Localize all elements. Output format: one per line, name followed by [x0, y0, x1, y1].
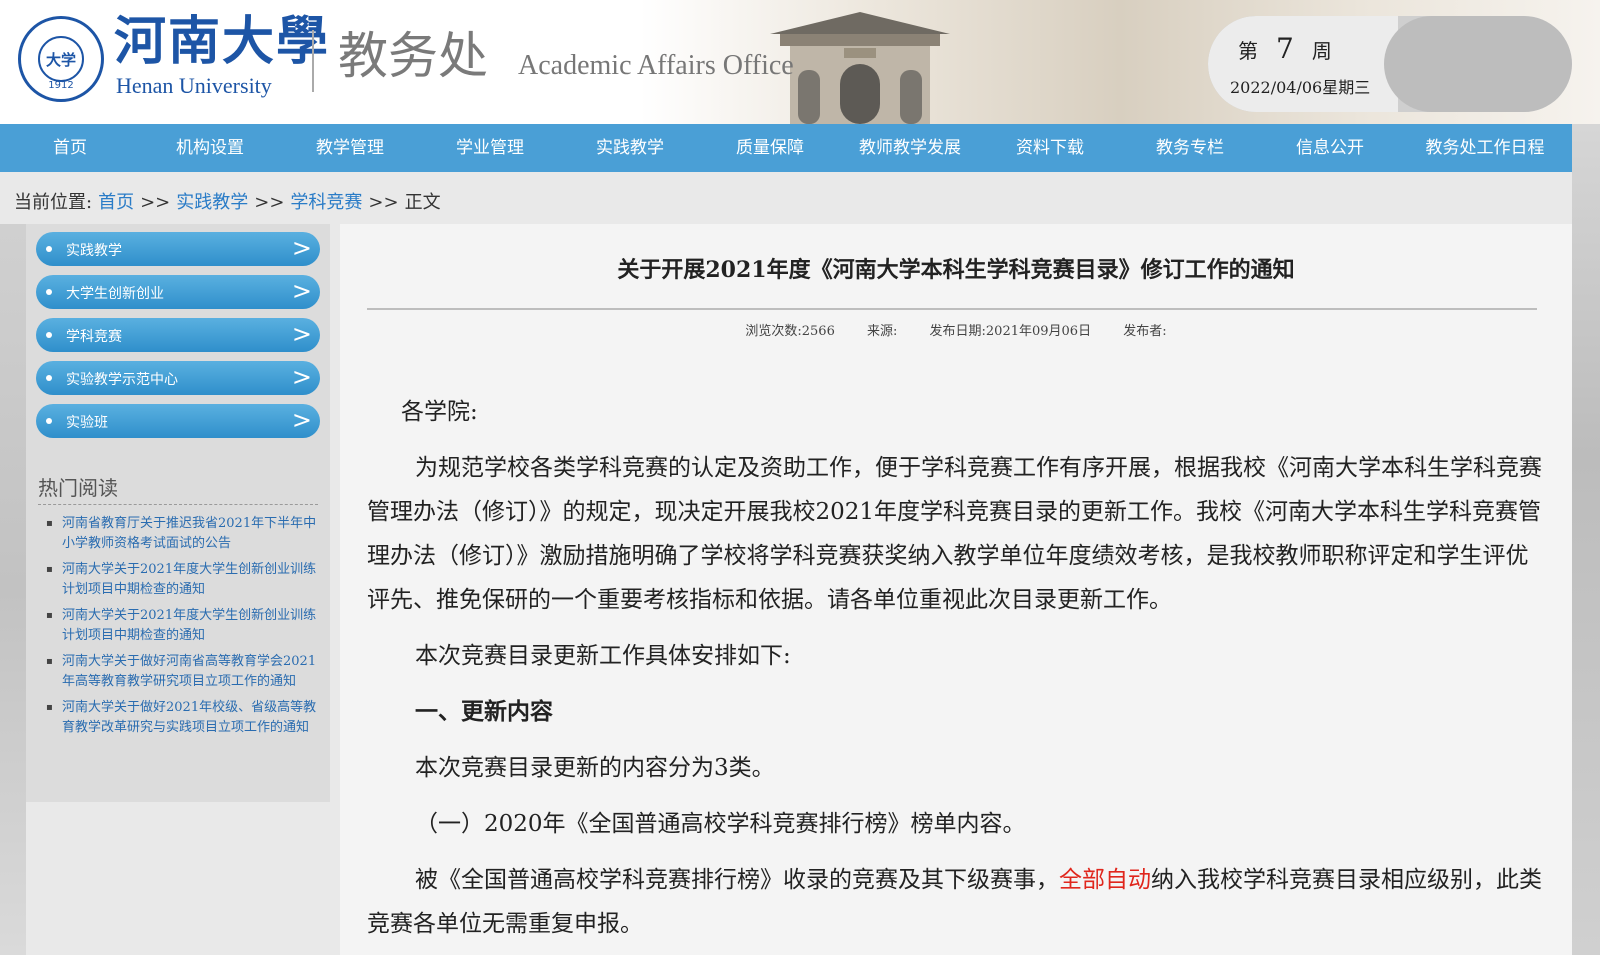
title-divider	[367, 308, 1537, 310]
nav-item-practice-teaching[interactable]: 实践教学	[560, 124, 700, 172]
article-source: 来源:	[866, 324, 898, 339]
chevron-right-icon: >	[291, 406, 312, 434]
week-suffix: 周	[1311, 39, 1332, 63]
nav-item-teaching-management[interactable]: 教学管理	[280, 124, 420, 172]
nav-item-organization[interactable]: 机构设置	[140, 124, 280, 172]
nav-item-academic-management[interactable]: 学业管理	[420, 124, 560, 172]
current-date: 2022/04/06星期三	[1230, 78, 1371, 97]
breadcrumb-current: 正文	[404, 192, 441, 213]
logo-divider	[312, 30, 314, 92]
university-seal-logo[interactable]: 大学 1912	[18, 16, 104, 102]
paragraph: 被《全国普通高校学科竞赛排行榜》收录的竞赛及其下级赛事，全部自动纳入我校学科竞赛…	[367, 858, 1542, 946]
paragraph: 本次竞赛目录更新工作具体安排如下:	[415, 643, 791, 669]
highlight-text: 全部自动	[1059, 867, 1151, 893]
university-name-en[interactable]: Henan University	[116, 73, 272, 99]
paragraph-text: 被《全国普通高校学科竞赛排行榜》收录的竞赛及其下级赛事，	[415, 867, 1059, 893]
breadcrumb-link-home[interactable]: 首页	[98, 188, 134, 214]
paragraph: 为规范学校各类学科竞赛的认定及资助工作，便于学科竞赛工作有序开展，根据我校《河南…	[367, 455, 1542, 613]
main-nav: 首页 机构设置 教学管理 学业管理 实践教学 质量保障 教师教学发展 资料下载 …	[0, 124, 1600, 172]
nav-item-downloads[interactable]: 资料下载	[980, 124, 1120, 172]
section-heading: 一、更新内容	[415, 698, 553, 725]
hot-reading-item[interactable]: 河南大学关于做好河南省高等教育学会2021年高等教育教学研究项目立项工作的通知	[44, 652, 318, 692]
hot-reading-title: 热门阅读	[38, 476, 118, 500]
sidebar-item-lab-center[interactable]: 实验教学示范中心 >	[36, 361, 320, 395]
bullet-icon	[46, 418, 52, 424]
hot-reading-item[interactable]: 河南大学关于2021年度大学生创新创业训练计划项目中期检查的通知	[44, 560, 318, 600]
bullet-icon	[46, 246, 52, 252]
chevron-right-icon: >	[291, 234, 312, 262]
breadcrumb: 当前位置: 首页 >> 实践教学 >> 学科竞赛 >> 正文	[14, 188, 441, 214]
article-title: 关于开展2021年度《河南大学本科生学科竞赛目录》修订工作的通知	[617, 257, 1295, 283]
hot-reading-list: 河南省教育厅关于推迟我省2021年下半年中小学教师资格考试面试的公告 河南大学关…	[44, 514, 318, 744]
hot-reading-item[interactable]: 河南省教育厅关于推迟我省2021年下半年中小学教师资格考试面试的公告	[44, 514, 318, 554]
article-meta: 浏览次数:2566 来源: 发布日期:2021年09月06日 发布者:	[340, 320, 1572, 339]
chevron-right-icon: >	[291, 277, 312, 305]
article-panel: 关于开展2021年度《河南大学本科生学科竞赛目录》修订工作的通知 浏览次数:25…	[340, 224, 1572, 955]
sidebar: 实践教学 > 大学生创新创业 > 学科竞赛 > 实验教学示范中心 > 实验班 >…	[26, 224, 330, 802]
article-author: 发布者:	[1123, 324, 1167, 339]
breadcrumb-link-practice[interactable]: 实践教学	[176, 188, 248, 214]
chevron-right-icon: >	[291, 320, 312, 348]
nav-item-home[interactable]: 首页	[0, 124, 140, 172]
sidebar-item-innovation[interactable]: 大学生创新创业 >	[36, 275, 320, 309]
seal-center-text: 大学	[38, 36, 84, 82]
paragraph: （一）2020年《全国普通高校学科竞赛排行榜》榜单内容。	[415, 811, 1026, 837]
left-background	[0, 224, 26, 955]
week-number: 7	[1276, 32, 1294, 65]
chevron-right-icon: >	[291, 363, 312, 391]
office-name-cn: 教务处	[338, 27, 488, 85]
week-prefix: 第	[1238, 39, 1258, 63]
article-body: 各学院: 为规范学校各类学科竞赛的认定及资助工作，便于学科竞赛工作有序开展，根据…	[367, 390, 1542, 955]
nav-item-work-schedule[interactable]: 教务处工作日程	[1400, 124, 1570, 172]
sidebar-item-label: 实验班	[66, 415, 108, 431]
publish-date: 发布日期:2021年09月06日	[929, 324, 1092, 339]
university-name-cn[interactable]: 河南大學	[114, 12, 330, 72]
sidebar-item-label: 实验教学示范中心	[66, 372, 178, 388]
nav-item-teacher-development[interactable]: 教师教学发展	[840, 124, 980, 172]
sidebar-item-practice-teaching[interactable]: 实践教学 >	[36, 232, 320, 266]
divider	[38, 504, 318, 505]
office-name-en: Academic Affairs Office	[518, 50, 794, 81]
salutation: 各学院:	[401, 399, 478, 425]
view-count: 浏览次数:2566	[745, 324, 835, 339]
week-indicator: 第 7 周 2022/04/06星期三	[1208, 16, 1572, 112]
sidebar-item-label: 大学生创新创业	[66, 286, 164, 302]
bullet-icon	[46, 289, 52, 295]
sidebar-item-label: 学科竞赛	[66, 329, 122, 345]
sidebar-item-experimental-class[interactable]: 实验班 >	[36, 404, 320, 438]
site-header: 大学 1912 河南大學 Henan University 教务处 Academ…	[0, 0, 1600, 124]
breadcrumb-link-competition[interactable]: 学科竞赛	[290, 188, 362, 214]
hot-reading-item[interactable]: 河南大学关于2021年度大学生创新创业训练计划项目中期检查的通知	[44, 606, 318, 646]
week-line: 第 7 周	[1238, 32, 1332, 65]
nav-item-information-disclosure[interactable]: 信息公开	[1260, 124, 1400, 172]
right-background	[1572, 124, 1600, 955]
sidebar-item-label: 实践教学	[66, 243, 122, 259]
week-panel-right	[1384, 16, 1572, 112]
breadcrumb-separator: >>	[368, 192, 399, 213]
bullet-icon	[46, 332, 52, 338]
breadcrumb-separator: >>	[254, 192, 285, 213]
bullet-icon	[46, 375, 52, 381]
sidebar-item-competition[interactable]: 学科竞赛 >	[36, 318, 320, 352]
seal-year: 1912	[48, 80, 74, 91]
paragraph: 本次竞赛目录更新的内容分为3类。	[415, 755, 775, 781]
breadcrumb-separator: >>	[140, 192, 171, 213]
breadcrumb-prefix: 当前位置:	[14, 192, 93, 213]
nav-item-academic-column[interactable]: 教务专栏	[1120, 124, 1260, 172]
nav-item-quality-assurance[interactable]: 质量保障	[700, 124, 840, 172]
hot-reading-item[interactable]: 河南大学关于做好2021年校级、省级高等教育教学改革研究与实践项目立项工作的通知	[44, 698, 318, 738]
